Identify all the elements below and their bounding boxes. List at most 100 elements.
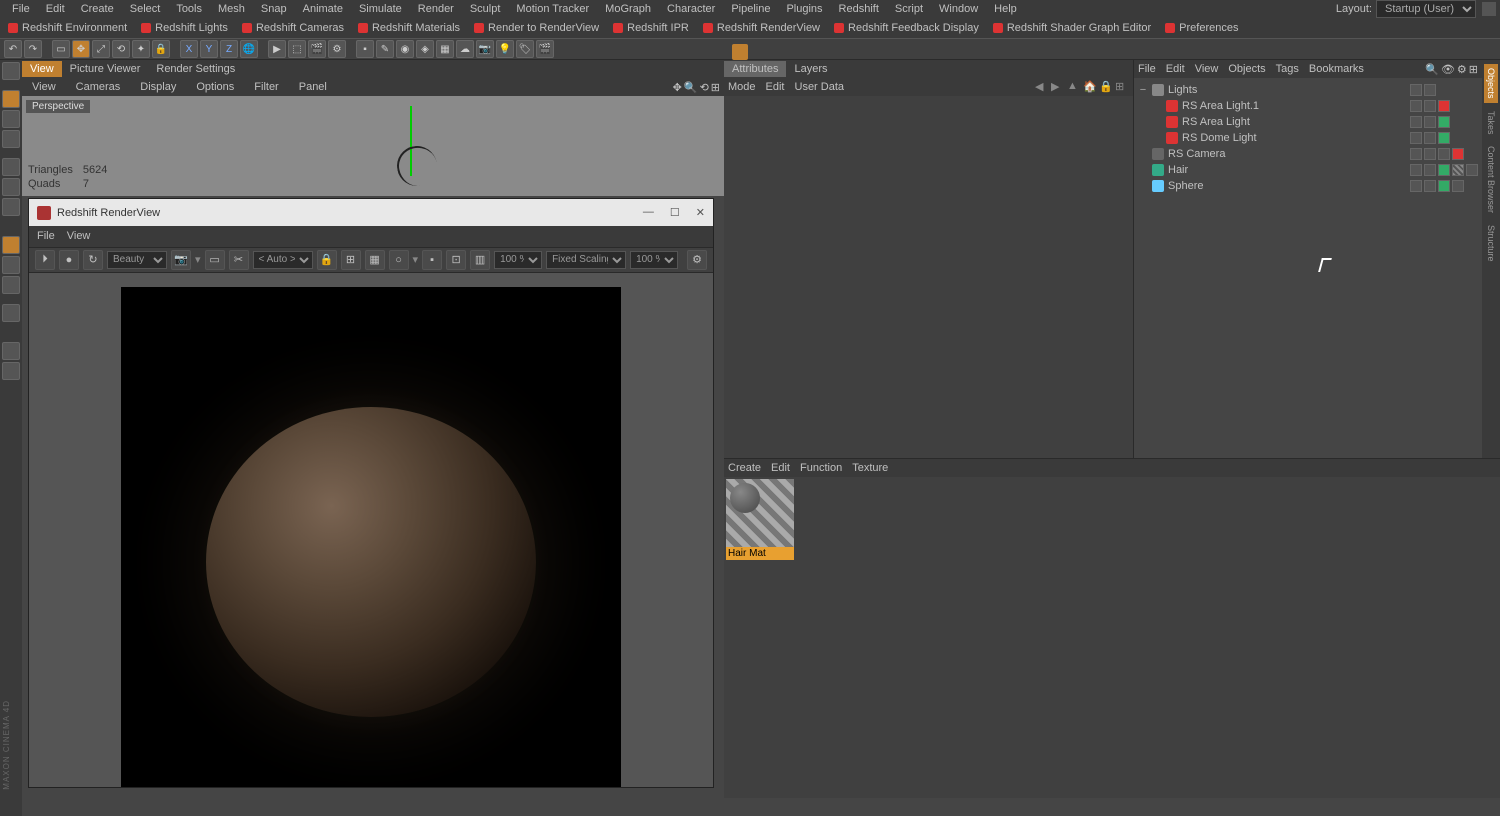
attr-lock-icon[interactable]: 🔒 <box>1099 80 1113 94</box>
layer1-icon[interactable] <box>2 342 20 360</box>
layout-dropdown[interactable]: Startup (User) <box>1376 0 1476 18</box>
object-tree[interactable]: −LightsRS Area Light.1RS Area LightRS Do… <box>1134 78 1482 458</box>
obj-max-icon[interactable]: ⊞ <box>1469 63 1478 76</box>
menu-tools[interactable]: Tools <box>168 1 210 17</box>
sidetab-content[interactable]: Content Browser <box>1484 142 1498 217</box>
menu-plugins[interactable]: Plugins <box>778 1 830 17</box>
vp-menu-options[interactable]: Options <box>190 79 240 95</box>
visibility-tag[interactable] <box>1424 180 1436 192</box>
rv-ipr-icon[interactable]: ● <box>59 250 79 270</box>
render-icon[interactable]: ▶ <box>268 40 286 58</box>
material-tag[interactable] <box>1452 164 1464 176</box>
redo-icon[interactable]: ↷ <box>24 40 42 58</box>
rv-region-icon[interactable]: ▭ <box>205 250 225 270</box>
menu-mograph[interactable]: MoGraph <box>597 1 659 17</box>
rstab-redshift-lights[interactable]: Redshift Lights <box>135 20 234 36</box>
enabled-tag[interactable] <box>1438 164 1450 176</box>
layout-selector[interactable]: Layout: Startup (User) <box>1336 0 1496 18</box>
rotate-icon[interactable]: ⟲ <box>112 40 130 58</box>
visibility-tag[interactable] <box>1424 116 1436 128</box>
render-region-icon[interactable]: ⬚ <box>288 40 306 58</box>
menu-window[interactable]: Window <box>931 1 986 17</box>
menu-script[interactable]: Script <box>887 1 931 17</box>
visibility-tag[interactable] <box>1424 132 1436 144</box>
rstab-redshift-shader-graph-editor[interactable]: Redshift Shader Graph Editor <box>987 20 1157 36</box>
renderview-titlebar[interactable]: Redshift RenderView — ☐ ✕ <box>29 199 713 226</box>
layer-tag[interactable] <box>1410 100 1422 112</box>
attr-menu-mode[interactable]: Mode <box>728 81 756 93</box>
window-maximize-icon[interactable]: ☐ <box>670 206 680 219</box>
axis-x-icon[interactable]: X <box>180 40 198 58</box>
rstab-redshift-renderview[interactable]: Redshift RenderView <box>697 20 826 36</box>
obj-menu-view[interactable]: View <box>1195 63 1219 75</box>
menu-character[interactable]: Character <box>659 1 723 17</box>
mat-menu-texture[interactable]: Texture <box>852 462 888 474</box>
obj-search-icon[interactable]: 🔍 <box>1425 63 1439 76</box>
vp-menu-display[interactable]: Display <box>134 79 182 95</box>
visibility-tag[interactable] <box>1424 164 1436 176</box>
menu-file[interactable]: File <box>4 1 38 17</box>
menu-select[interactable]: Select <box>122 1 169 17</box>
menu-snap[interactable]: Snap <box>253 1 295 17</box>
model-mode-icon[interactable] <box>2 90 20 108</box>
window-minimize-icon[interactable]: — <box>643 206 654 219</box>
obj-menu-tags[interactable]: Tags <box>1276 63 1299 75</box>
attr-newwindow-icon[interactable]: ⊞ <box>1115 80 1129 94</box>
save-icon[interactable] <box>732 44 748 60</box>
material-preview[interactable] <box>726 479 794 547</box>
layer-tag[interactable] <box>1410 148 1422 160</box>
rv-settings-icon[interactable]: ⚙ <box>687 250 707 270</box>
menu-mesh[interactable]: Mesh <box>210 1 253 17</box>
attr-menu-edit[interactable]: Edit <box>766 81 785 93</box>
menu-simulate[interactable]: Simulate <box>351 1 410 17</box>
obj-menu-file[interactable]: File <box>1138 63 1156 75</box>
layer-tag[interactable] <box>1410 180 1422 192</box>
layer-tag[interactable] <box>1410 116 1422 128</box>
clapper-icon[interactable]: 🎬 <box>536 40 554 58</box>
window-close-icon[interactable]: ✕ <box>696 206 705 219</box>
menu-help[interactable]: Help <box>986 1 1025 17</box>
attr-fwd-icon[interactable]: ▶ <box>1051 80 1065 94</box>
axis-y-icon[interactable]: Y <box>200 40 218 58</box>
tab-render-settings[interactable]: Render Settings <box>148 61 243 77</box>
world-icon[interactable]: 🌐 <box>240 40 258 58</box>
vp-menu-view[interactable]: View <box>26 79 62 95</box>
tab-layers[interactable]: Layers <box>786 61 835 77</box>
rv-snapshot-icon[interactable]: 📷 <box>171 250 191 270</box>
rv-lut-icon[interactable]: ▥ <box>470 250 490 270</box>
vp-rotate-icon[interactable]: ⟲ <box>700 81 709 94</box>
recent-icon[interactable]: ✦ <box>132 40 150 58</box>
vp-menu-panel[interactable]: Panel <box>293 79 333 95</box>
obj-filter-icon[interactable]: ⚙ <box>1457 63 1467 76</box>
lock-icon[interactable]: 🔒 <box>152 40 170 58</box>
mat-menu-edit[interactable]: Edit <box>771 462 790 474</box>
rv-scale2[interactable]: 100 % <box>630 251 678 269</box>
texture-mode-icon[interactable] <box>2 110 20 128</box>
scale-icon[interactable]: ⤢ <box>92 40 110 58</box>
points-icon[interactable] <box>2 158 20 176</box>
rstab-preferences[interactable]: Preferences <box>1159 20 1244 36</box>
select-icon[interactable]: ▭ <box>52 40 70 58</box>
rv-menu-file[interactable]: File <box>37 230 55 242</box>
rv-lock-icon[interactable]: 🔒 <box>317 250 337 270</box>
sidetab-takes[interactable]: Takes <box>1484 107 1498 139</box>
rs-cam-tag[interactable] <box>1452 148 1464 160</box>
layer-tag[interactable] <box>1410 164 1422 176</box>
vp-menu-filter[interactable]: Filter <box>248 79 284 95</box>
attr-menu-userdata[interactable]: User Data <box>795 81 845 93</box>
cube-icon[interactable]: ▪ <box>356 40 374 58</box>
environment-icon[interactable]: ☁ <box>456 40 474 58</box>
menu-animate[interactable]: Animate <box>295 1 351 17</box>
material-item[interactable]: Hair Mat <box>726 479 794 560</box>
rv-grid-icon[interactable]: ⊞ <box>341 250 361 270</box>
rstab-render-to-renderview[interactable]: Render to RenderView <box>468 20 605 36</box>
visibility-tag[interactable] <box>1424 148 1436 160</box>
tab-view[interactable]: View <box>22 61 62 77</box>
menu-edit[interactable]: Edit <box>38 1 73 17</box>
toggle-axis-icon[interactable] <box>2 236 20 254</box>
material-label[interactable]: Hair Mat <box>726 547 794 560</box>
sidetab-structure[interactable]: Structure <box>1484 221 1498 266</box>
tag-icon[interactable]: 🏷 <box>516 40 534 58</box>
make-editable-icon[interactable] <box>2 62 20 80</box>
undo-icon[interactable]: ↶ <box>4 40 22 58</box>
